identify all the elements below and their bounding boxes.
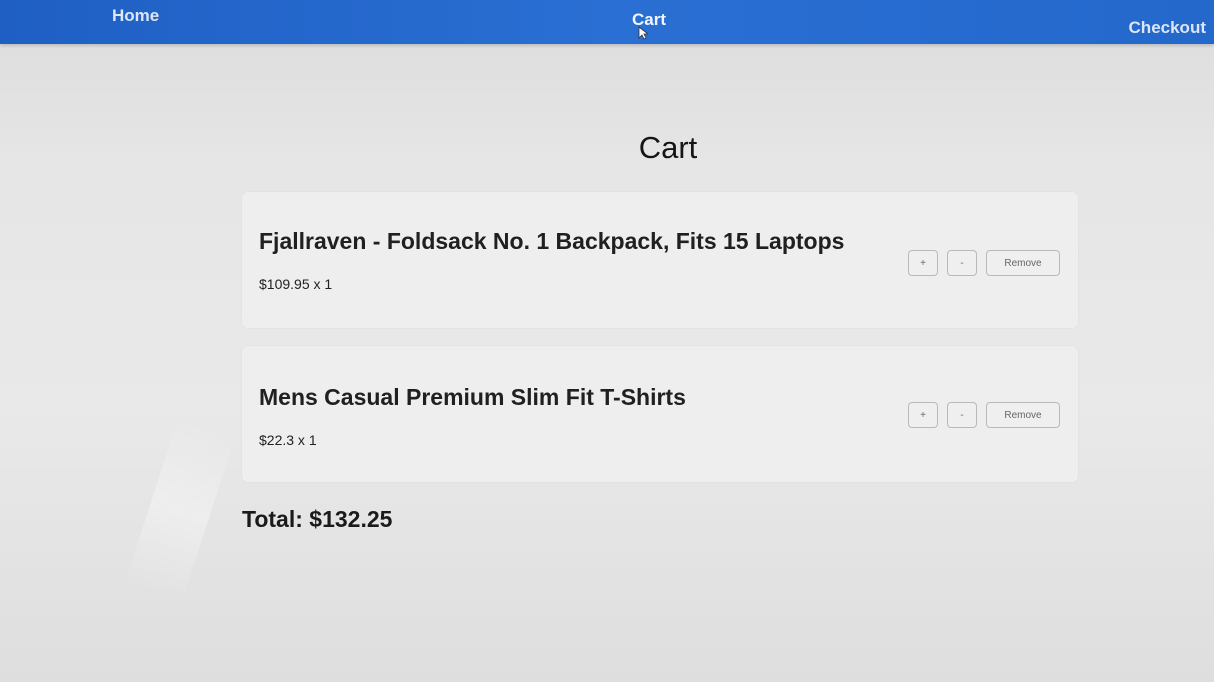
item-actions: + - Remove [908,402,1060,428]
top-navbar: Home Cart Checkout [0,0,1214,44]
cart-list: Fjallraven - Foldsack No. 1 Backpack, Fi… [242,192,1078,500]
item-price-quantity: $109.95 x 1 [259,276,333,292]
nav-home-link[interactable]: Home [112,6,159,26]
nav-checkout-link[interactable]: Checkout [1129,18,1206,38]
page-title: Cart [638,130,698,165]
increase-quantity-button[interactable]: + [908,250,938,276]
mouse-cursor-icon [638,26,648,40]
cart-item: Mens Casual Premium Slim Fit T-Shirts $2… [242,346,1078,482]
item-name: Fjallraven - Foldsack No. 1 Backpack, Fi… [259,228,845,254]
cart-total: Total: $132.25 [242,506,393,532]
increase-quantity-button[interactable]: + [908,402,938,428]
item-actions: + - Remove [908,250,1060,276]
decrease-quantity-button[interactable]: - [947,250,977,276]
remove-item-button[interactable]: Remove [986,250,1060,276]
decrease-quantity-button[interactable]: - [947,402,977,428]
cart-item: Fjallraven - Foldsack No. 1 Backpack, Fi… [242,192,1078,328]
item-name: Mens Casual Premium Slim Fit T-Shirts [259,384,686,410]
item-price-quantity: $22.3 x 1 [259,432,317,448]
remove-item-button[interactable]: Remove [986,402,1060,428]
screen-glare [123,415,237,605]
